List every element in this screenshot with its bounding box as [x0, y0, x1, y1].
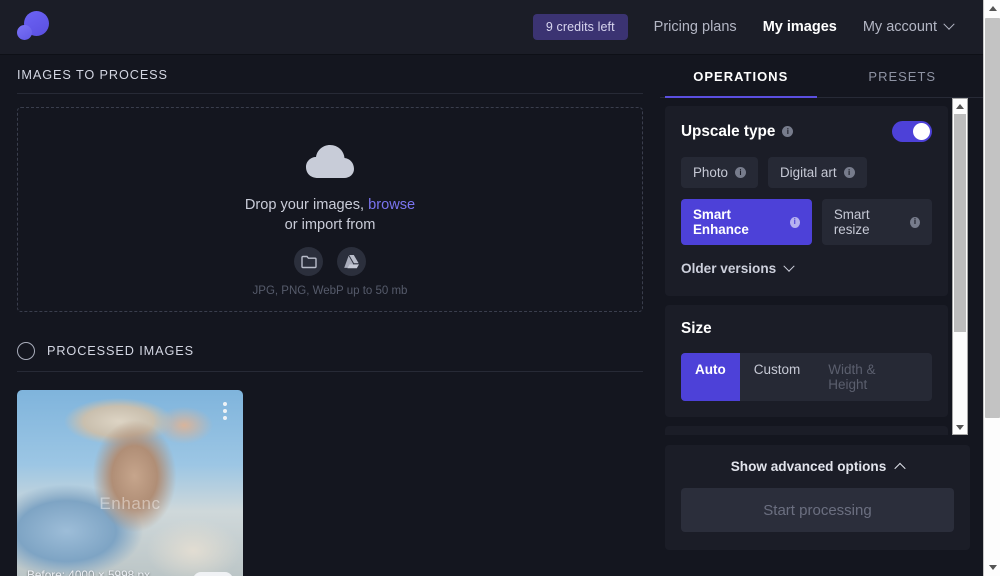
upscale-type-card: Upscale type i Photo i [665, 106, 948, 296]
tab-operations[interactable]: OPERATIONS [660, 55, 822, 97]
image-watermark: Enhanc [17, 494, 243, 514]
chip-smart-enhance-label: Smart Enhance [693, 207, 783, 237]
light-ai-card: Light AI i [665, 426, 948, 435]
image-options-menu-icon[interactable] [223, 402, 227, 420]
actions-card: Show advanced options Start processing [665, 445, 970, 550]
operations-scroll-area: Upscale type i Photo i [660, 98, 950, 435]
page-scrollbar[interactable] [983, 0, 1000, 576]
size-option-custom[interactable]: Custom [740, 353, 815, 401]
folder-icon [301, 255, 317, 269]
header-nav: 9 credits left Pricing plans My images M… [533, 14, 983, 40]
chip-digital-art[interactable]: Digital art i [768, 157, 867, 188]
dropzone-note: JPG, PNG, WebP up to 50 mb [253, 285, 408, 297]
operations-scrollbar[interactable] [952, 98, 968, 435]
upscale-type-chips-row-2: Smart Enhance i Smart resize i [681, 199, 932, 245]
upscale-type-header: Upscale type i [681, 121, 932, 142]
info-icon[interactable]: i [910, 217, 920, 228]
size-option-width-height: Width & Height [814, 353, 932, 401]
logo-small-circle [17, 25, 32, 40]
processed-image-preview [17, 390, 243, 576]
nav-link-my-images[interactable]: My images [763, 19, 837, 35]
page-scrollbar-thumb[interactable] [985, 18, 1000, 418]
arrow-down-glyph [989, 565, 997, 570]
dropzone[interactable]: Drop your images, browse or import from [17, 107, 643, 312]
processed-image-card[interactable]: Enhanc Before: 4000 × 5998 px [17, 390, 243, 576]
page-scroll-up-arrow-icon[interactable] [984, 0, 1000, 17]
top-header: 9 credits left Pricing plans My images M… [0, 0, 983, 55]
dropzone-line-2: or import from [285, 217, 376, 233]
chevron-down-icon [784, 260, 795, 271]
image-dimensions-caption: Before: 4000 × 5998 px [27, 568, 150, 576]
app-logo[interactable] [14, 8, 52, 46]
arrow-up-glyph [956, 104, 964, 109]
processed-images-grid: Enhanc Before: 4000 × 5998 px [17, 390, 643, 576]
chip-smart-enhance[interactable]: Smart Enhance i [681, 199, 812, 245]
credits-badge[interactable]: 9 credits left [533, 14, 628, 40]
app-root: 9 credits left Pricing plans My images M… [0, 0, 1000, 576]
older-versions-toggle[interactable]: Older versions [681, 261, 932, 276]
dropzone-drop-text: Drop your images, [245, 197, 368, 213]
scroll-up-arrow-icon[interactable] [953, 99, 967, 113]
operations-tabs: OPERATIONS PRESETS [660, 55, 983, 98]
size-title: Size [681, 320, 712, 338]
chip-smart-resize[interactable]: Smart resize i [822, 199, 932, 245]
info-icon[interactable]: i [735, 167, 746, 178]
info-icon[interactable]: i [844, 167, 855, 178]
show-advanced-options-label: Show advanced options [731, 459, 887, 474]
chip-digital-art-label: Digital art [780, 165, 837, 180]
image-compare-handle[interactable] [193, 572, 233, 576]
right-pane: OPERATIONS PRESETS Upscale type i [660, 55, 983, 576]
scrollbar-thumb[interactable] [954, 114, 966, 332]
arrow-up-glyph [989, 6, 997, 11]
nav-my-account[interactable]: My account [863, 19, 953, 35]
size-option-auto[interactable]: Auto [681, 353, 740, 401]
arrow-down-glyph [956, 425, 964, 430]
older-versions-label: Older versions [681, 261, 776, 276]
chip-photo-label: Photo [693, 165, 728, 180]
body-row: IMAGES TO PROCESS Drop your images, brow… [0, 55, 983, 576]
dot [223, 402, 227, 406]
import-from-folder-button[interactable] [294, 247, 323, 276]
operations-scroll-wrapper: Upscale type i Photo i [660, 98, 983, 435]
toggle-knob [913, 123, 930, 140]
upscale-type-chips-row-1: Photo i Digital art i [681, 157, 932, 188]
size-segmented-control: Auto Custom Width & Height [681, 353, 932, 401]
chevron-up-icon [895, 462, 906, 473]
import-from-google-drive-button[interactable] [337, 247, 366, 276]
show-advanced-options-toggle[interactable]: Show advanced options [681, 459, 954, 474]
nav-link-pricing-plans[interactable]: Pricing plans [654, 19, 737, 35]
start-processing-button[interactable]: Start processing [681, 488, 954, 532]
scroll-down-arrow-icon[interactable] [953, 420, 967, 434]
processed-images-select-all-circle[interactable] [17, 342, 35, 360]
upscale-type-title: Upscale type [681, 123, 775, 141]
browse-link[interactable]: browse [368, 197, 415, 213]
processed-images-header: PROCESSED IMAGES [17, 329, 643, 372]
images-to-process-title: IMAGES TO PROCESS [17, 68, 168, 82]
info-icon[interactable]: i [782, 126, 793, 137]
dot [223, 416, 227, 420]
tab-presets[interactable]: PRESETS [822, 55, 984, 97]
dot [223, 409, 227, 413]
page-scroll-down-arrow-icon[interactable] [984, 559, 1000, 576]
left-pane: IMAGES TO PROCESS Drop your images, brow… [0, 55, 660, 576]
upscale-type-toggle[interactable] [892, 121, 932, 142]
info-icon[interactable]: i [790, 217, 800, 228]
chevron-down-icon [943, 19, 954, 30]
cloud-upload-icon [304, 143, 356, 188]
my-account-label: My account [863, 19, 937, 35]
size-card: Size Auto Custom Width & Height [665, 305, 948, 417]
chip-smart-resize-label: Smart resize [834, 207, 903, 237]
size-header: Size [681, 320, 932, 338]
chip-photo[interactable]: Photo i [681, 157, 758, 188]
google-drive-icon [343, 254, 360, 269]
processed-images-title: PROCESSED IMAGES [47, 344, 194, 358]
dropzone-line-1: Drop your images, browse [245, 197, 415, 213]
import-source-row [294, 247, 366, 276]
images-to-process-header: IMAGES TO PROCESS [17, 55, 643, 94]
